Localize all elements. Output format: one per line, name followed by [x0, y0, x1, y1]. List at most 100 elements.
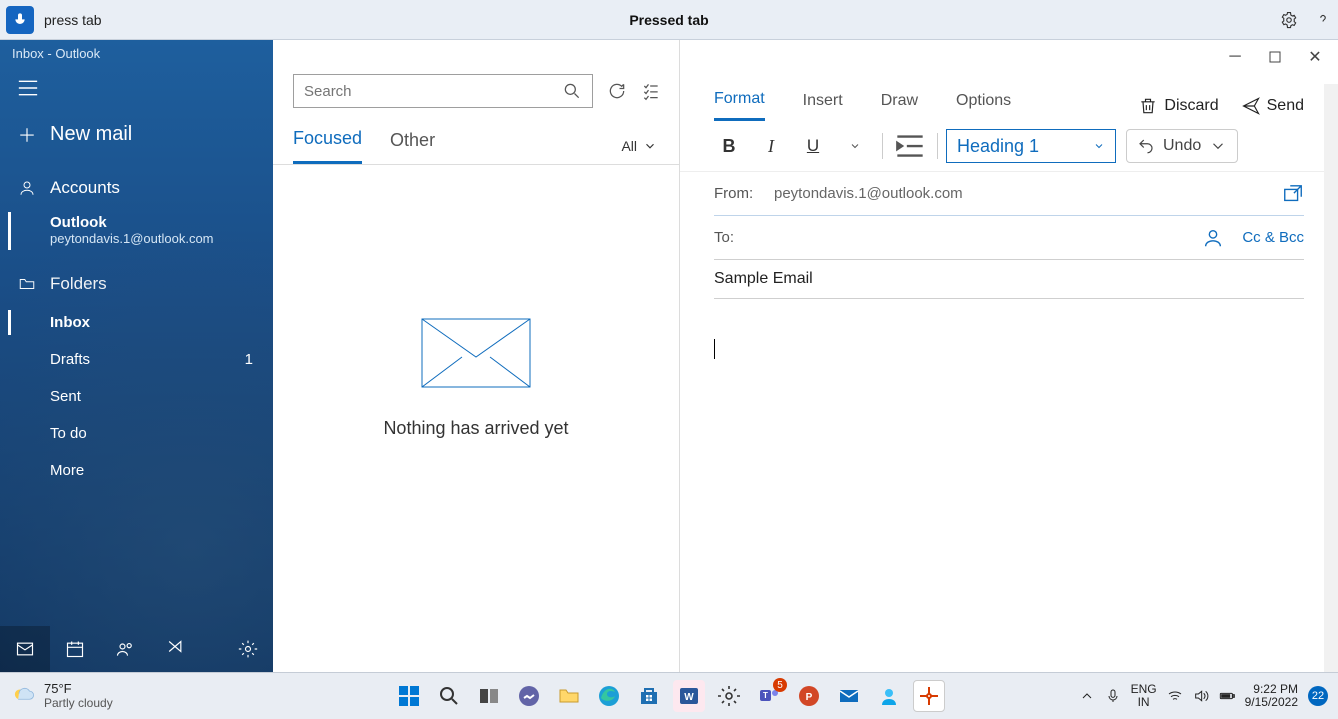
weather-widget[interactable]: 75°F Partly cloudy: [10, 682, 113, 709]
cc-bcc-button[interactable]: Cc & Bcc: [1242, 229, 1304, 246]
subject-field[interactable]: Sample Email: [714, 260, 1304, 299]
search-button[interactable]: [433, 680, 465, 712]
account-item[interactable]: Outlook peytondavis.1@outlook.com: [0, 208, 273, 264]
discard-button[interactable]: Discard: [1138, 96, 1218, 116]
notification-badge[interactable]: 22: [1308, 686, 1328, 706]
open-new-window-icon[interactable]: [1282, 183, 1304, 205]
people-app-button[interactable]: [873, 680, 905, 712]
svg-text:P: P: [806, 692, 813, 703]
maximize-button[interactable]: [1268, 50, 1282, 64]
message-body[interactable]: [680, 299, 1338, 399]
sync-button[interactable]: [607, 81, 627, 101]
mic-tray-icon[interactable]: [1105, 688, 1121, 704]
from-value[interactable]: peytondavis.1@outlook.com: [774, 185, 1272, 202]
help-icon[interactable]: [1314, 11, 1332, 29]
wifi-icon[interactable]: [1167, 688, 1183, 704]
mic-icon: [12, 12, 28, 28]
style-dropdown[interactable]: Heading 1: [946, 129, 1116, 163]
nav-settings-button[interactable]: [223, 626, 273, 672]
svg-text:W: W: [684, 692, 694, 703]
gear-icon[interactable]: [1280, 11, 1298, 29]
volume-icon[interactable]: [1193, 688, 1209, 704]
folder-drafts-label: Drafts: [50, 351, 90, 368]
tab-insert[interactable]: Insert: [803, 92, 843, 120]
search-input[interactable]: [304, 83, 562, 100]
task-view-button[interactable]: [473, 680, 505, 712]
taskview-icon: [477, 684, 501, 708]
start-button[interactable]: [393, 680, 425, 712]
filter-dropdown[interactable]: All: [621, 138, 657, 154]
teams-button[interactable]: T5: [753, 680, 785, 712]
more-font-button[interactable]: [836, 130, 874, 162]
indent-button[interactable]: [891, 130, 929, 162]
filter-label: All: [621, 138, 637, 154]
store-button[interactable]: [633, 680, 665, 712]
folder-icon: [557, 684, 581, 708]
mail-app-button[interactable]: [833, 680, 865, 712]
mail-icon: [15, 639, 35, 659]
accounts-header[interactable]: Accounts: [0, 168, 273, 208]
account-name: Outlook: [50, 214, 255, 231]
nav-calendar-button[interactable]: [50, 626, 100, 672]
folder-drafts[interactable]: Drafts 1: [0, 341, 273, 378]
sidebar-bottom-nav: [0, 626, 273, 672]
word-button[interactable]: W: [673, 680, 705, 712]
battery-icon[interactable]: [1219, 688, 1235, 704]
nav-todo-button[interactable]: [150, 626, 200, 672]
settings-button[interactable]: [713, 680, 745, 712]
language-indicator[interactable]: ENG IN: [1131, 683, 1157, 709]
chat-button[interactable]: [513, 680, 545, 712]
chevron-up-icon[interactable]: [1079, 688, 1095, 704]
inbox-tabs: Focused Other All: [273, 118, 679, 165]
contact-picker-icon[interactable]: [1202, 227, 1224, 249]
people-icon: [115, 639, 135, 659]
voice-input-text[interactable]: press tab: [44, 12, 102, 28]
nav-mail-button[interactable]: [0, 626, 50, 672]
close-button[interactable]: ✕: [1308, 50, 1322, 64]
tab-other[interactable]: Other: [390, 130, 435, 163]
folder-more-label: More: [50, 462, 84, 479]
edge-icon: [597, 684, 621, 708]
taskbar-center: W T5 P: [393, 680, 945, 712]
underline-button[interactable]: U: [794, 130, 832, 162]
mic-button[interactable]: [6, 6, 34, 34]
tab-format[interactable]: Format: [714, 90, 765, 121]
snip-button[interactable]: [913, 680, 945, 712]
new-mail-button[interactable]: New mail: [0, 113, 273, 168]
minimize-button[interactable]: ─: [1228, 50, 1242, 64]
from-label: From:: [714, 185, 764, 202]
undo-button[interactable]: Undo: [1126, 129, 1238, 163]
search-icon[interactable]: [562, 81, 582, 101]
compose-scrollbar[interactable]: [1324, 84, 1338, 672]
sidebar: Inbox - Outlook New mail Accounts Outloo…: [0, 40, 273, 672]
send-icon: [1241, 96, 1261, 116]
folders-header[interactable]: Folders: [0, 264, 273, 304]
folder-more[interactable]: More: [0, 452, 273, 489]
folder-inbox[interactable]: Inbox: [0, 304, 273, 341]
edge-button[interactable]: [593, 680, 625, 712]
search-icon: [437, 684, 461, 708]
voice-command-bar: press tab Pressed tab: [0, 0, 1338, 40]
nav-people-button[interactable]: [100, 626, 150, 672]
powerpoint-button[interactable]: P: [793, 680, 825, 712]
bold-button[interactable]: B: [710, 130, 748, 162]
clock[interactable]: 9:22 PM 9/15/2022: [1245, 683, 1298, 709]
explorer-button[interactable]: [553, 680, 585, 712]
to-label: To:: [714, 229, 764, 246]
plus-icon: [18, 126, 36, 144]
snip-icon: [917, 684, 941, 708]
mail-icon: [837, 684, 861, 708]
hamburger-button[interactable]: [0, 70, 273, 113]
folder-todo-label: To do: [50, 425, 87, 442]
send-button[interactable]: Send: [1241, 96, 1304, 116]
folder-sent[interactable]: Sent: [0, 378, 273, 415]
people-icon: [877, 684, 901, 708]
folder-todo[interactable]: To do: [0, 415, 273, 452]
search-box[interactable]: [293, 74, 593, 108]
select-mode-button[interactable]: [641, 81, 661, 101]
tab-focused[interactable]: Focused: [293, 128, 362, 164]
to-field-row[interactable]: To: Cc & Bcc: [714, 216, 1304, 260]
italic-button[interactable]: I: [752, 130, 790, 162]
tab-options[interactable]: Options: [956, 92, 1011, 120]
tab-draw[interactable]: Draw: [881, 92, 918, 120]
